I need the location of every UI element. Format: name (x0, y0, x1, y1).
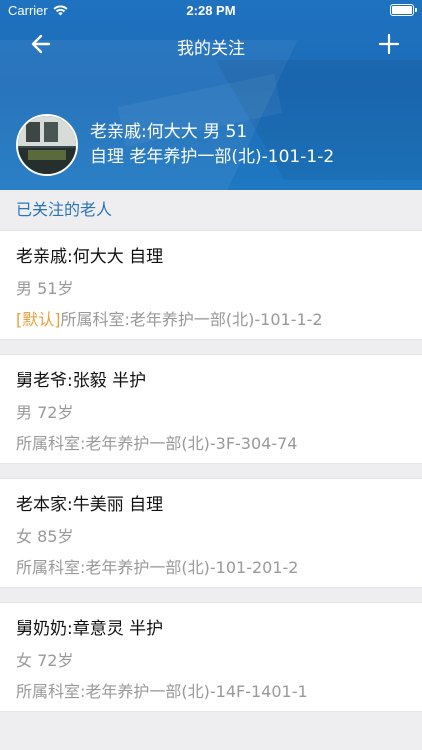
elder-gender-age: 男 51岁 (16, 279, 74, 298)
add-button[interactable] (374, 30, 404, 58)
list-item[interactable]: 老本家:牛美丽 自理 女 85岁 所属科室:老年养护一部(北)-101-201-… (0, 478, 422, 588)
elder-department: 所属科室:老年养护一部(北)-101-201-2 (16, 558, 299, 577)
elder-title: 舅奶奶:章意灵 半护 (16, 619, 164, 639)
status-bar: Carrier 2:28 PM (0, 0, 422, 22)
elder-title: 舅老爷:张毅 半护 (16, 371, 147, 391)
elder-gender-age: 女 72岁 (16, 651, 74, 670)
elder-department: [默认]所属科室:老年养护一部(北)-101-1-2 (16, 304, 406, 335)
elder-title: 老本家:牛美丽 自理 (16, 495, 164, 515)
clock: 2:28 PM (186, 3, 236, 18)
page-title: 我的关注 (177, 39, 245, 59)
default-tag: [默认] (16, 310, 61, 329)
elder-gender-age: 女 85岁 (16, 527, 74, 546)
elder-department: 所属科室:老年养护一部(北)-3F-304-74 (16, 434, 298, 453)
followed-elders-list: 老亲戚:何大大 自理 男 51岁 [默认]所属科室:老年养护一部(北)-101-… (0, 230, 422, 712)
list-item[interactable]: 舅奶奶:章意灵 半护 女 72岁 所属科室:老年养护一部(北)-14F-1401… (0, 602, 422, 712)
list-item[interactable]: 老亲戚:何大大 自理 男 51岁 [默认]所属科室:老年养护一部(北)-101-… (0, 230, 422, 340)
profile-name-line: 老亲戚:何大大 男 51 (90, 122, 248, 142)
list-item[interactable]: 舅老爷:张毅 半护 男 72岁 所属科室:老年养护一部(北)-3F-304-74 (0, 354, 422, 464)
header-banner: Carrier 2:28 PM 我的关注 老亲戚:何大大 男 51 自理 老年养… (0, 0, 422, 190)
section-title: 已关注的老人 (0, 190, 422, 230)
elder-department: 所属科室:老年养护一部(北)-14F-1401-1 (16, 682, 308, 701)
profile-room-line: 自理 老年养护一部(北)-101-1-2 (90, 147, 335, 167)
elder-title: 老亲戚:何大大 自理 (16, 247, 164, 267)
plus-icon (378, 33, 400, 55)
elder-gender-age: 男 72岁 (16, 403, 74, 422)
battery-icon (390, 4, 417, 16)
department-text: 所属科室:老年养护一部(北)-101-1-2 (60, 310, 323, 329)
navigation-bar: 我的关注 (0, 22, 422, 66)
avatar (16, 114, 78, 176)
current-elder-profile[interactable]: 老亲戚:何大大 男 51 自理 老年养护一部(北)-101-1-2 (16, 114, 334, 176)
